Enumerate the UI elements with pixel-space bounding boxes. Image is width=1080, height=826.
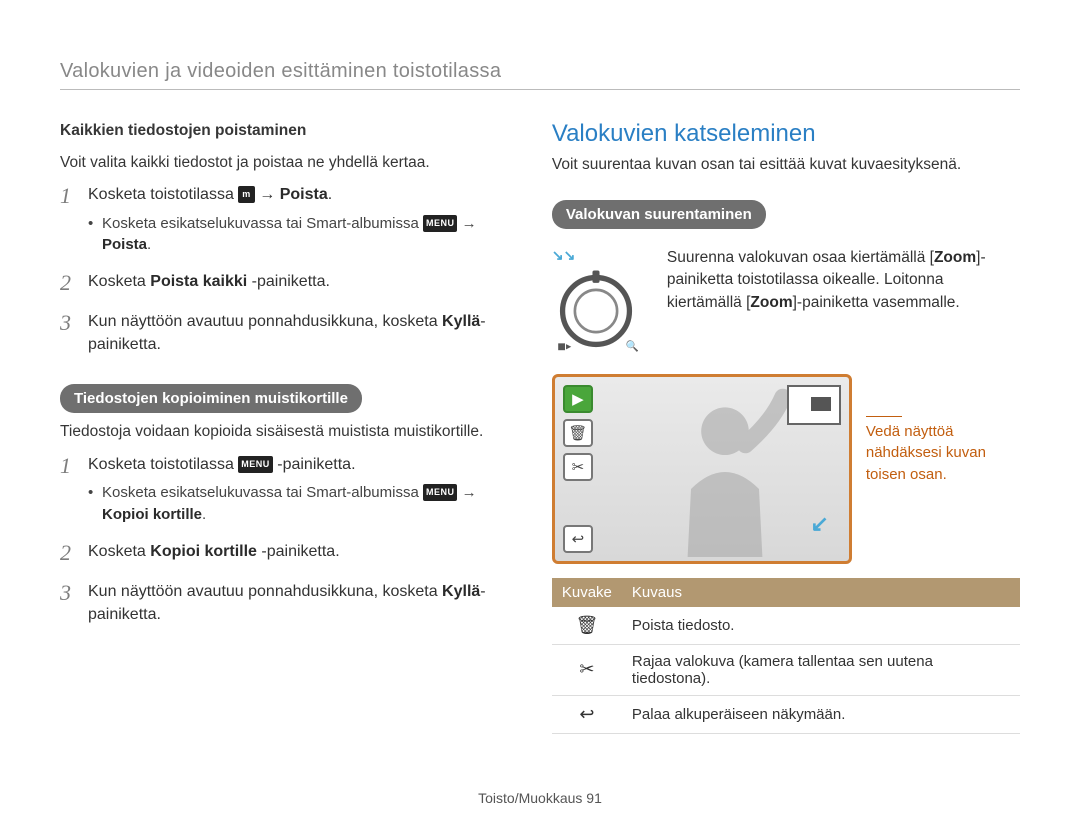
substep: Kosketa esikatselukuvassa tai Smart-albu… [88, 213, 506, 257]
text-bold: Zoom [934, 249, 976, 266]
play-icon: ▶ [563, 385, 593, 413]
caption-line: nähdäksesi kuvan [866, 442, 986, 464]
zoom-dial-icon: ◼▸ 🔍 [552, 267, 640, 355]
back-icon: ↩ [552, 695, 622, 733]
text: . [202, 506, 206, 523]
trash-icon: 🗑 [552, 607, 622, 645]
back-icon: ↩ [563, 525, 593, 553]
heading-delete-all: Kaikkien tiedostojen poistaminen [60, 120, 506, 142]
step-3: 3 Kun näyttöön avautuu ponnahdusikkuna, … [60, 580, 506, 626]
zoom-arrow-icon: ↘↘ [552, 247, 575, 263]
text-bold: Kopioi kortille [102, 506, 202, 523]
th-desc: Kuvaus [622, 578, 1020, 607]
row-desc: Rajaa valokuva (kamera tallentaa sen uut… [622, 644, 1020, 695]
text-bold: Poista [102, 236, 147, 253]
text-bold: Kyllä [442, 313, 480, 330]
text-bold: Poista [280, 186, 328, 203]
person-silhouette-icon [640, 387, 810, 557]
text-bold: Kyllä [442, 583, 480, 600]
desc-copy: Tiedostoja voidaan kopioida sisäisestä m… [60, 421, 506, 443]
text: → [462, 484, 477, 501]
left-column: Kaikkien tiedostojen poistaminen Voit va… [60, 120, 506, 734]
step-1: 1 Kosketa toistotilassa m → Poista. Kosk… [60, 183, 506, 256]
text-bold: Kopioi kortille [150, 543, 257, 560]
menu-icon: MENU [423, 215, 458, 232]
table-row: 🗑 Poista tiedosto. [552, 607, 1020, 645]
text: → [462, 215, 477, 232]
caption-line: toisen osan. [866, 464, 986, 486]
text: -painiketta. [257, 543, 340, 560]
menu-icon: MENU [238, 456, 273, 473]
table-row: ↩ Palaa alkuperäiseen näkymään. [552, 695, 1020, 733]
step-number: 2 [60, 540, 78, 566]
step-number: 2 [60, 270, 78, 296]
text: Kun näyttöön avautuu ponnahdusikkuna, ko… [88, 583, 442, 600]
text: -painiketta. [247, 273, 330, 290]
camera-screen: ▶ 🗑 ✂ ↩ ↙ [552, 374, 852, 564]
heading-viewing-photos: Valokuvien katseleminen [552, 120, 1020, 148]
screen-icon-column: ▶ 🗑 ✂ [563, 385, 593, 481]
row-desc: Poista tiedosto. [622, 607, 1020, 645]
icon-description-table: Kuvake Kuvaus 🗑 Poista tiedosto. ✂ Rajaa… [552, 578, 1020, 734]
zoom-description: Suurenna valokuvan osaa kiertämällä [Zoo… [667, 247, 1020, 314]
text: Suurenna valokuvan osaa kiertämällä [ [667, 249, 934, 266]
text: . [328, 186, 332, 203]
text: ]-painiketta vasemmalle. [793, 294, 960, 311]
svg-text:🔍: 🔍 [626, 338, 639, 352]
text: -painiketta. [277, 456, 355, 473]
pill-zoom: Valokuvan suurentaminen [552, 200, 766, 229]
step-2: 2 Kosketa Poista kaikki -painiketta. [60, 270, 506, 296]
table-row: ✂ Rajaa valokuva (kamera tallentaa sen u… [552, 644, 1020, 695]
desc-delete-all: Voit valita kaikki tiedostot ja poistaa … [60, 152, 506, 174]
step-1: 1 Kosketa toistotilassa MENU -painiketta… [60, 453, 506, 526]
text: → [259, 186, 279, 203]
steps-copy: 1 Kosketa toistotilassa MENU -painiketta… [60, 453, 506, 626]
text-bold: Poista kaikki [150, 273, 247, 290]
section-header: Valokuvien ja videoiden esittäminen tois… [60, 60, 1020, 83]
caption-line: Vedä näyttöä [866, 421, 986, 443]
text: Kosketa esikatselukuvassa tai Smart-albu… [102, 215, 423, 232]
steps-delete: 1 Kosketa toistotilassa m → Poista. Kosk… [60, 183, 506, 356]
drag-arrow-icon: ↙ [810, 511, 828, 537]
step-number: 3 [60, 580, 78, 626]
menu-icon: m [238, 186, 255, 203]
screen-caption: Vedä näyttöä nähdäksesi kuvan toisen osa… [866, 374, 986, 486]
text: . [147, 236, 151, 253]
text-bold: Zoom [750, 294, 792, 311]
text: Kosketa toistotilassa [88, 186, 238, 203]
row-desc: Palaa alkuperäiseen näkymään. [622, 695, 1020, 733]
text: Kosketa [88, 543, 150, 560]
text: Kosketa toistotilassa [88, 456, 238, 473]
step-number: 3 [60, 310, 78, 356]
scissors-icon: ✂ [563, 453, 593, 481]
header-rule [60, 89, 1020, 90]
pill-copy: Tiedostojen kopioiminen muistikortille [60, 384, 362, 413]
screen-row: ▶ 🗑 ✂ ↩ ↙ Vedä näyttöä nähdäksesi kuvan … [552, 374, 1020, 564]
intro-viewing: Voit suurentaa kuvan osan tai esittää ku… [552, 154, 1020, 176]
scissors-icon: ✂ [552, 644, 622, 695]
menu-icon: MENU [423, 484, 458, 501]
text: Kun näyttöön avautuu ponnahdusikkuna, ko… [88, 313, 442, 330]
substep: Kosketa esikatselukuvassa tai Smart-albu… [88, 482, 477, 526]
step-2: 2 Kosketa Kopioi kortille -painiketta. [60, 540, 506, 566]
right-column: Valokuvien katseleminen Voit suurentaa k… [552, 120, 1020, 734]
text: Kosketa esikatselukuvassa tai Smart-albu… [102, 484, 423, 501]
step-number: 1 [60, 453, 78, 526]
th-icon: Kuvake [552, 578, 622, 607]
text: Kosketa [88, 273, 150, 290]
trash-icon: 🗑 [563, 419, 593, 447]
step-number: 1 [60, 183, 78, 256]
zoom-figure: ↘↘ ◼▸ 🔍 Suurenna valokuvan osaa kiertämä… [552, 247, 1020, 360]
svg-text:◼▸: ◼▸ [557, 340, 572, 352]
navigator-box-icon [787, 385, 841, 425]
page-footer: Toisto/Muokkaus 91 [60, 790, 1020, 806]
step-3: 3 Kun näyttöön avautuu ponnahdusikkuna, … [60, 310, 506, 356]
